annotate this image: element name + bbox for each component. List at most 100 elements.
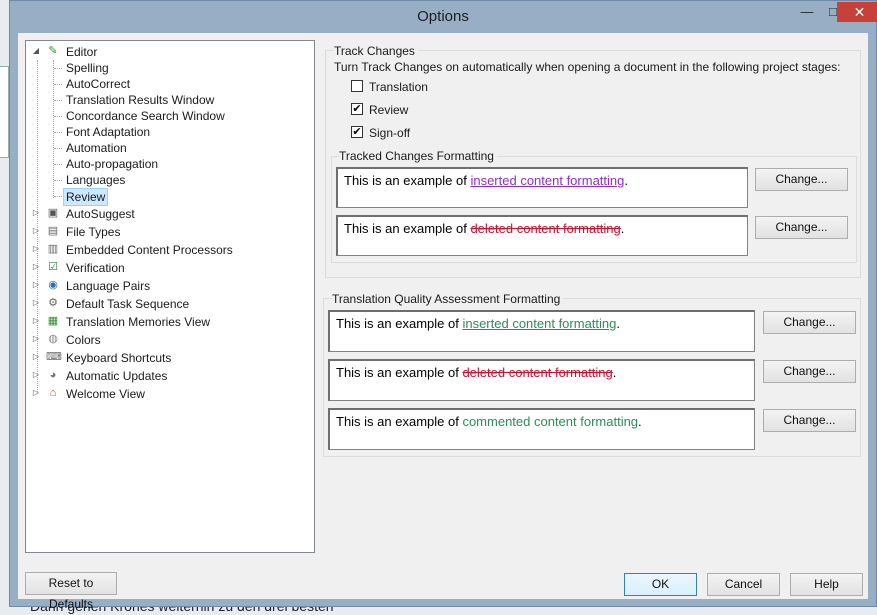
tree-item-concordance-search-window[interactable]: Concordance Search Window	[66, 108, 225, 124]
autosuggest-icon: ▣	[47, 207, 59, 219]
cancel-button[interactable]: Cancel	[707, 573, 780, 596]
tqa-inserted-sample-text: inserted content formatting	[462, 316, 617, 331]
tree-guide-line	[54, 180, 62, 181]
change-tqa-commented-button[interactable]: Change...	[763, 409, 856, 432]
tree-guide-line	[53, 60, 54, 198]
deleted-sample-text: deleted content formatting	[470, 221, 621, 236]
tree-guide-line	[54, 84, 62, 85]
tree-guide-line	[54, 132, 62, 133]
tree-item-translation-results-window[interactable]: Translation Results Window	[66, 92, 214, 108]
tqa-deleted-preview-box: This is an example of deleted content fo…	[328, 359, 755, 401]
tree-item-keyboard-shortcuts[interactable]: Keyboard Shortcuts	[66, 350, 171, 366]
pencil-icon: ✎	[48, 45, 58, 57]
tree-item-auto-propagation[interactable]: Auto-propagation	[66, 156, 158, 172]
tree-guide-line	[54, 116, 62, 117]
reset-to-defaults-button[interactable]: Reset to Defaults	[25, 572, 117, 611]
tqa-deleted-sample-text: deleted content formatting	[462, 365, 613, 380]
preview-prefix: This is an example of	[336, 316, 463, 331]
minimize-button[interactable]: —	[794, 2, 820, 22]
options-tree[interactable]: ◢ ✎ Editor Spelling AutoCorrect Translatio…	[25, 40, 315, 553]
preview-prefix: This is an example of	[336, 414, 463, 429]
change-inserted-button[interactable]: Change...	[755, 168, 848, 191]
change-tqa-deleted-button[interactable]: Change...	[763, 360, 856, 383]
home-icon: ⌂	[49, 387, 57, 399]
review-label: Review	[369, 103, 409, 117]
tqa-inserted-preview-box: This is an example of inserted content f…	[328, 310, 755, 352]
translation-label: Translation	[369, 80, 428, 94]
tree-item-language-pairs[interactable]: Language Pairs	[66, 278, 150, 294]
help-button[interactable]: Help	[790, 573, 863, 596]
tree-item-file-types[interactable]: File Types	[66, 224, 120, 240]
track-changes-description: Turn Track Changes on automatically when…	[334, 60, 841, 74]
tree-item-spelling[interactable]: Spelling	[66, 60, 109, 76]
tree-item-verification[interactable]: Verification	[66, 260, 125, 276]
tree-item-review[interactable]: Review	[63, 188, 109, 206]
tree-item-embedded-content-processors[interactable]: Embedded Content Processors	[66, 242, 233, 258]
tree-guide-line	[54, 164, 62, 165]
tree-item-welcome-view[interactable]: Welcome View	[66, 386, 145, 402]
expand-arrow-icon[interactable]: ▷	[31, 388, 41, 397]
tracked-changes-formatting-heading: Tracked Changes Formatting	[339, 149, 497, 163]
file-types-icon: ▤	[47, 225, 59, 237]
preview-suffix: .	[638, 414, 642, 429]
tree-item-automation[interactable]: Automation	[66, 140, 127, 156]
preview-prefix: This is an example of	[344, 221, 471, 236]
tqa-formatting-heading: Translation Quality Assessment Formattin…	[332, 292, 564, 306]
ok-button[interactable]: OK	[624, 573, 697, 596]
expand-arrow-icon[interactable]: ▷	[31, 334, 41, 343]
expand-arrow-icon[interactable]: ▷	[31, 280, 41, 289]
tree-guide-line	[54, 100, 62, 101]
tree-item-languages[interactable]: Languages	[66, 172, 125, 188]
inserted-preview-box: This is an example of inserted content f…	[336, 167, 748, 208]
preview-suffix: .	[624, 173, 628, 188]
expand-arrow-icon[interactable]: ▷	[31, 316, 41, 325]
globe-icon: ◕	[49, 369, 57, 381]
preview-suffix: .	[620, 221, 625, 236]
embedded-content-icon: ▥	[47, 243, 59, 255]
tree-item-automatic-updates[interactable]: Automatic Updates	[66, 368, 167, 384]
expand-arrow-icon[interactable]: ▷	[31, 208, 41, 217]
language-pairs-icon: ◉	[48, 279, 58, 291]
expand-arrow-icon[interactable]: ▷	[31, 370, 41, 379]
expand-arrow-icon[interactable]: ▷	[31, 244, 41, 253]
verification-icon: ☑	[48, 261, 58, 273]
deleted-preview-box: This is an example of deleted content fo…	[336, 215, 748, 256]
tree-guide-line	[54, 68, 62, 69]
review-checkbox[interactable]: ✔	[351, 103, 363, 115]
signoff-label: Sign-off	[369, 126, 411, 140]
tree-item-colors[interactable]: Colors	[66, 332, 101, 348]
title-bar: Options — □ ✕	[10, 1, 877, 33]
tree-item-autocorrect[interactable]: AutoCorrect	[66, 76, 130, 92]
tqa-commented-preview-box: This is an example of commented content …	[328, 408, 755, 450]
track-changes-heading: Track Changes	[334, 44, 418, 58]
preview-prefix: This is an example of	[344, 173, 471, 188]
expand-arrow-icon[interactable]: ▷	[31, 262, 41, 271]
tree-item-editor[interactable]: Editor	[66, 44, 97, 60]
tree-guide-line	[54, 148, 62, 149]
inserted-sample-text: inserted content formatting	[470, 173, 625, 188]
colors-icon: ◍	[48, 333, 58, 345]
signoff-checkbox[interactable]: ✔	[351, 126, 363, 138]
tqa-commented-sample-text: commented content formatting	[462, 414, 639, 429]
tree-item-font-adaptation[interactable]: Font Adaptation	[66, 124, 150, 140]
translation-memories-icon: ▦	[47, 315, 59, 327]
options-dialog: Options — □ ✕ ◢ ✎ Editor Spelling AutoCor…	[9, 0, 877, 611]
preview-suffix: .	[612, 365, 617, 380]
tree-item-default-task-sequence[interactable]: Default Task Sequence	[66, 296, 189, 312]
tree-guide-line	[54, 196, 62, 197]
expand-arrow-icon[interactable]: ▷	[31, 298, 41, 307]
collapse-arrow-icon[interactable]: ◢	[31, 46, 41, 55]
window-title: Options	[417, 8, 469, 25]
tree-item-translation-memories-view[interactable]: Translation Memories View	[66, 314, 210, 330]
preview-suffix: .	[616, 316, 620, 331]
expand-arrow-icon[interactable]: ▷	[31, 352, 41, 361]
change-deleted-button[interactable]: Change...	[755, 216, 848, 239]
translation-checkbox[interactable]	[351, 80, 363, 92]
expand-arrow-icon[interactable]: ▷	[31, 226, 41, 235]
preview-prefix: This is an example of	[336, 365, 463, 380]
change-tqa-inserted-button[interactable]: Change...	[763, 311, 856, 334]
gear-icon: ⚙	[48, 297, 58, 309]
tree-item-autosuggest[interactable]: AutoSuggest	[66, 206, 135, 222]
background-window-edge	[0, 66, 9, 158]
close-button[interactable]: ✕	[837, 2, 877, 22]
